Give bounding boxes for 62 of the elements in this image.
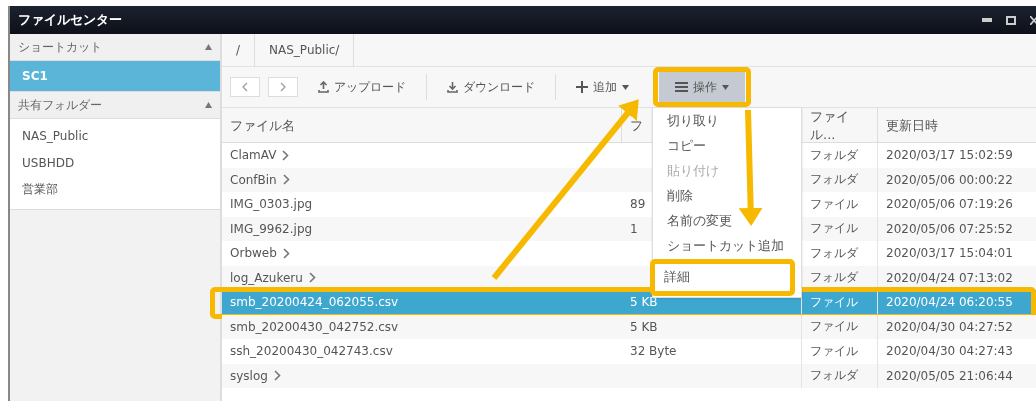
file-name: IMG_9962.jpg [230,221,313,236]
section-title: ショートカット [18,38,102,56]
section-title: 共有フォルダー [18,96,102,114]
chevron-icon [308,272,316,284]
chevron-icon [282,174,290,186]
file-name: ssh_20200430_042743.csv [230,344,393,359]
file-name: Orbweb [230,246,277,261]
file-type: フォルダ [810,146,858,164]
chevron-icon [282,247,290,259]
file-name: IMG_0303.jpg [230,197,313,212]
file-size: 1 [630,221,638,236]
file-name: syslog [230,368,268,383]
file-name: smb_20200430_042752.csv [230,319,399,334]
file-row[interactable]: syslog フォルダ 2020/05/05 21:06:44 [222,363,1036,388]
menu-icon [675,82,688,92]
file-size: 5 KB [630,319,658,334]
chevron-left-icon [242,82,248,92]
upload-icon [318,81,329,93]
maximize-icon[interactable] [1006,15,1016,25]
caret-icon [722,84,729,90]
modified-date: 2020/05/06 07:19:26 [886,197,1013,212]
modified-date: 2020/04/30 04:27:43 [886,344,1013,359]
file-type: ファイル [810,342,858,360]
modified-date: 2020/05/06 07:25:52 [886,221,1013,236]
file-type: フォルダ [810,244,858,262]
file-type: ファイル [810,220,858,238]
modified-date: 2020/04/24 06:20:55 [886,295,1013,310]
collapse-icon[interactable] [205,102,212,108]
window-title: ファイルセンター [18,11,122,29]
file-name: log_Azukeru [230,270,303,285]
menu-item[interactable]: 切り取り [653,109,801,134]
file-type: フォルダ [810,269,858,287]
close-icon[interactable] [1030,15,1036,25]
download-icon [447,81,458,93]
file-size: 32 Byte [630,344,677,359]
plus-icon [576,81,588,93]
file-name: ClamAV [230,148,277,163]
chevron-right-icon [280,82,286,92]
file-type: フォルダ [810,171,858,189]
actions-button[interactable]: 操作 [659,72,745,102]
modified-date: 2020/03/17 15:04:01 [886,246,1013,261]
file-type: フォルダ [810,367,858,385]
file-size: 89 [630,197,646,212]
file-name: ConfBin [230,172,277,187]
file-type: ファイル [810,318,858,336]
chevron-icon [282,149,290,161]
modified-date: 2020/03/17 15:02:59 [886,148,1013,163]
menu-item[interactable]: 詳細 [650,259,795,296]
modified-date: 2020/05/05 21:06:44 [886,368,1013,383]
caret-icon [622,84,629,90]
file-name: smb_20200424_062055.csv [230,295,399,310]
modified-date: 2020/05/06 00:00:22 [886,172,1013,187]
collapse-icon[interactable] [205,44,212,50]
file-type: ファイル [810,195,858,213]
chevron-icon [273,370,281,382]
add-button[interactable]: 追加 [564,72,641,102]
download-button[interactable]: ダウンロード [435,72,547,102]
modified-date: 2020/04/30 04:27:52 [886,319,1013,334]
file-type: ファイル [810,293,858,311]
upload-button[interactable]: アップロード [306,72,418,102]
modified-date: 2020/04/24 07:13:02 [886,270,1013,285]
file-row[interactable]: smb_20200430_042752.csv 5 KB ファイル 2020/04/30 04:27:52 [222,314,1036,339]
